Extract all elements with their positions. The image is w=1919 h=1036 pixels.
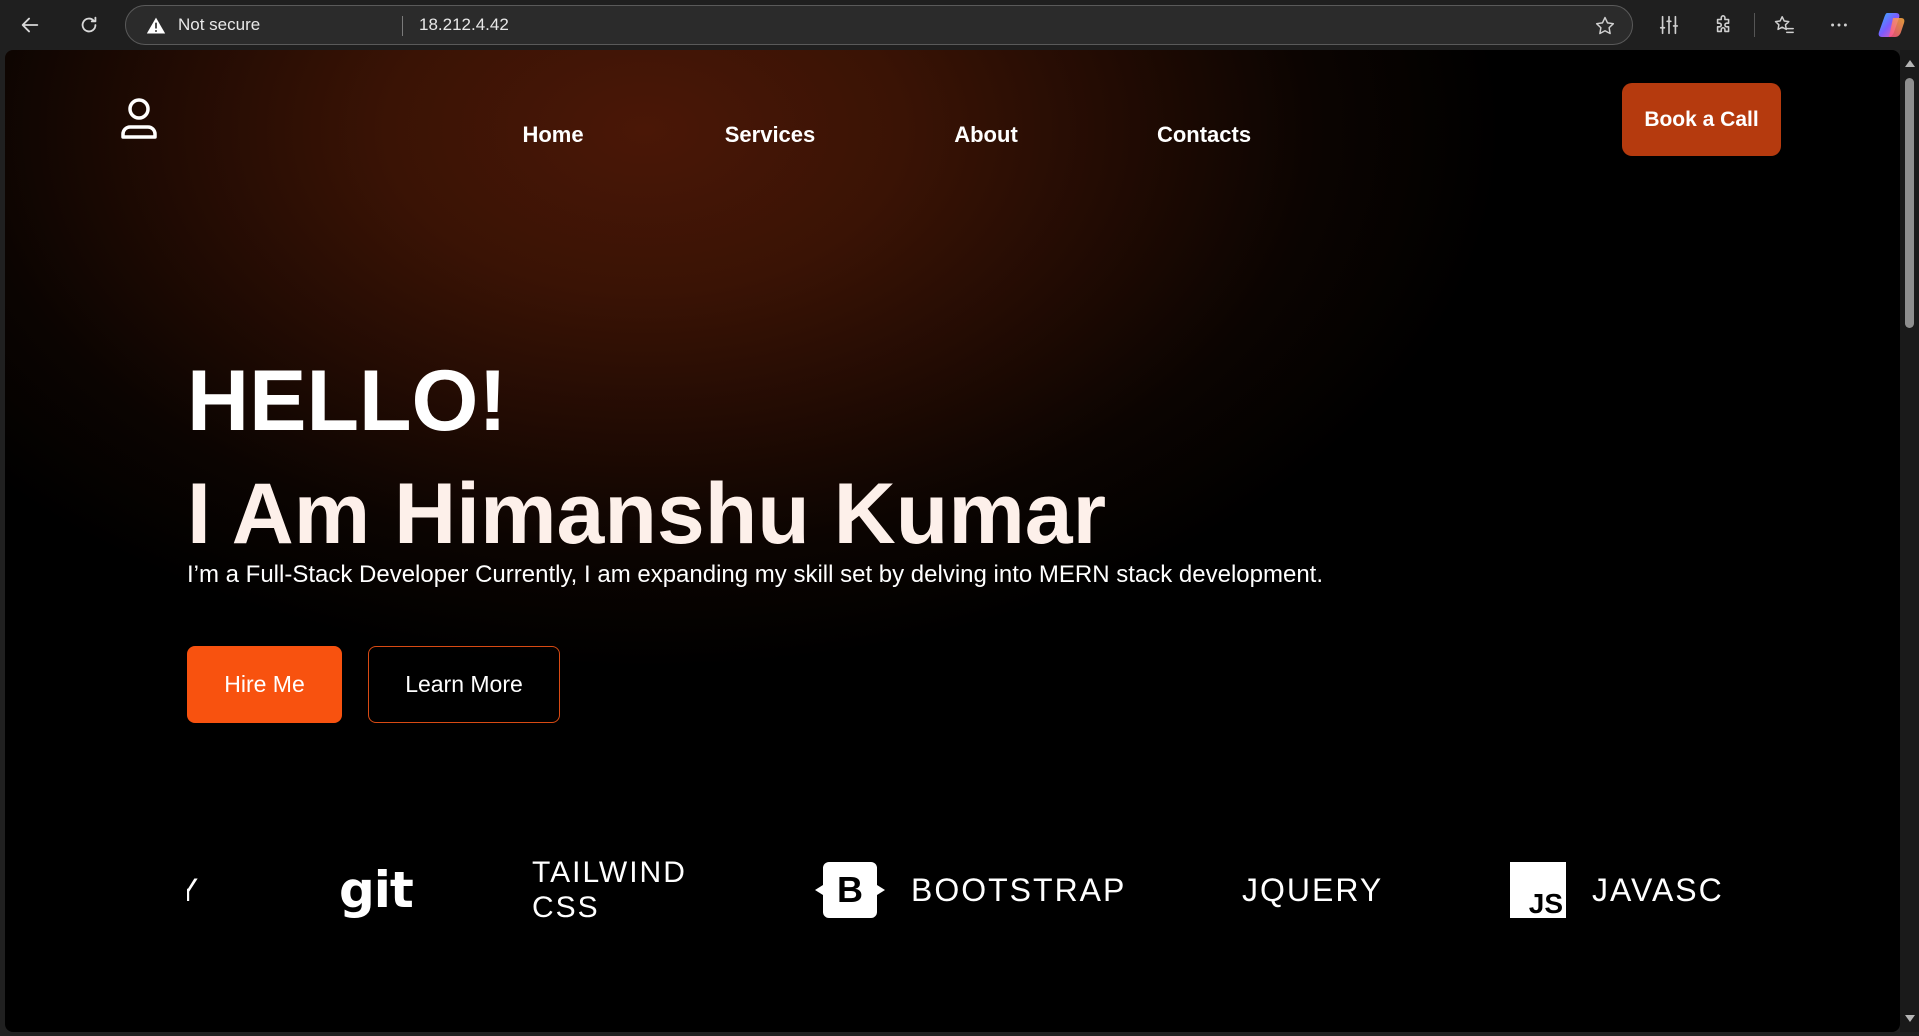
page-viewport: Home Services About Contacts Book a Call… — [5, 50, 1900, 1032]
tech-item-git: git — [339, 830, 414, 950]
favorites-icon — [1774, 16, 1794, 34]
user-icon[interactable] — [119, 96, 159, 140]
hero-name: I Am Himanshu Kumar — [187, 466, 1107, 562]
js-badge-text: JS — [1528, 888, 1563, 919]
address-divider — [402, 16, 403, 36]
sliders-icon — [1659, 15, 1679, 35]
hero-greeting: HELLO! — [187, 353, 508, 449]
tech-logo-strip: Y git TAILWIND CSS B BOOTSTRAP JQUERY JS… — [187, 830, 1735, 950]
reload-icon — [81, 16, 97, 33]
tech-label-jquery: JQUERY — [1242, 871, 1384, 908]
security-label[interactable]: Not secure — [178, 6, 260, 44]
tech-item-tailwind: TAILWIND CSS — [532, 830, 722, 950]
book-call-button[interactable]: Book a Call — [1622, 83, 1781, 156]
toolbar-divider — [1754, 13, 1755, 37]
scroll-thumb[interactable] — [1905, 78, 1914, 328]
tech-label-bootstrap: BOOTSTRAP — [911, 871, 1127, 908]
tech-item-javascript: JS JAVASC — [1510, 830, 1724, 950]
nav-link-services[interactable]: Services — [725, 122, 816, 148]
more-icon — [1831, 23, 1847, 27]
browser-settings-button[interactable] — [1653, 9, 1685, 41]
puzzle-icon — [1716, 15, 1730, 33]
address-bar[interactable]: Not secure 18.212.4.42 — [125, 5, 1633, 45]
back-button[interactable] — [12, 7, 48, 43]
tech-label-partial: Y — [187, 871, 201, 908]
hire-me-button[interactable]: Hire Me — [187, 646, 342, 723]
learn-more-button[interactable]: Learn More — [368, 646, 560, 723]
reload-button[interactable] — [71, 7, 107, 43]
git-logo: git — [339, 861, 414, 919]
nav-link-contacts[interactable]: Contacts — [1157, 122, 1251, 148]
tech-item-jquery: JQUERY — [1242, 830, 1383, 950]
favorites-button[interactable] — [1768, 9, 1800, 41]
star-icon[interactable] — [1594, 15, 1616, 37]
url-text[interactable]: 18.212.4.42 — [419, 6, 509, 44]
extensions-button[interactable] — [1708, 9, 1740, 41]
bootstrap-logo-icon: B — [815, 862, 885, 918]
nav-link-home[interactable]: Home — [522, 122, 583, 148]
tech-label-tailwind: TAILWIND CSS — [532, 856, 687, 924]
page-scrollbar[interactable] — [1900, 50, 1919, 1032]
hero-description: I’m a Full-Stack Developer Currently, I … — [187, 561, 1324, 588]
browser-toolbar: Not secure 18.212.4.42 — [0, 0, 1919, 50]
warning-icon — [146, 17, 166, 34]
scroll-up-arrow-icon[interactable] — [1905, 60, 1915, 67]
scroll-down-arrow-icon[interactable] — [1905, 1015, 1915, 1022]
tech-item-partial: Y — [187, 830, 200, 950]
tech-label-javascript: JAVASC — [1592, 871, 1724, 908]
javascript-logo-icon: JS — [1510, 862, 1566, 918]
bootstrap-badge-letter: B — [837, 869, 863, 910]
more-menu-button[interactable] — [1823, 9, 1855, 41]
nav-link-about[interactable]: About — [954, 122, 1018, 148]
copilot-icon[interactable] — [1877, 10, 1907, 40]
tech-item-bootstrap: B BOOTSTRAP — [815, 830, 1126, 950]
arrow-left-icon — [21, 17, 39, 33]
